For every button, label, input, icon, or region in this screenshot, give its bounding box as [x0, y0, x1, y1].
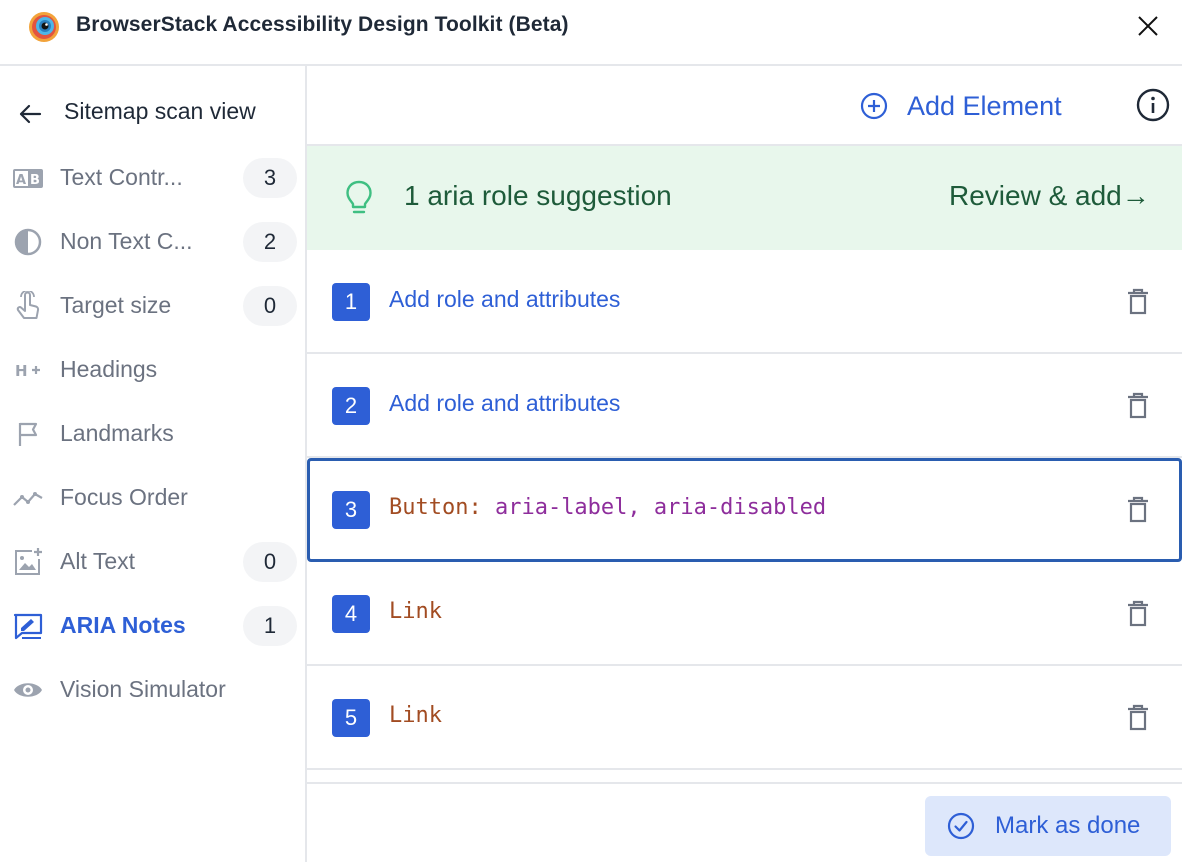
svg-text:B: B	[30, 173, 40, 188]
sidebar-item-label: ARIA Notes	[60, 612, 186, 638]
sidebar-item-label: Target size	[60, 292, 172, 318]
row-number-badge: 5	[332, 699, 370, 737]
suggestion-text: 1 aria role suggestion	[404, 180, 672, 211]
count-badge: 3	[243, 158, 297, 198]
row-number-badge: 4	[332, 595, 370, 633]
row-number-badge: 1	[332, 283, 370, 321]
back-label: Sitemap scan view	[64, 98, 256, 124]
back-to-sitemap-button[interactable]: Sitemap scan view	[0, 84, 305, 140]
sidebar-item-headings[interactable]: H Headings	[0, 342, 305, 398]
mark-as-done-label: Mark as done	[995, 812, 1141, 839]
aria-note-row[interactable]: 1 Add role and attributes	[307, 250, 1182, 354]
sidebar-item-focus-order[interactable]: Focus Order	[0, 470, 305, 526]
text-contrast-icon: A B	[13, 169, 43, 188]
sidebar-item-label: Headings	[60, 356, 158, 382]
sidebar-item-label: Non Text C...	[60, 228, 193, 254]
sidebar-item-label: Vision Simulator	[60, 676, 226, 702]
flag-icon	[18, 422, 38, 446]
aria-role-text: Link	[389, 599, 442, 624]
sidebar-item-label: Focus Order	[60, 484, 188, 510]
panel-toolbar: Add Element	[307, 66, 1182, 146]
aria-note-icon	[13, 613, 43, 640]
sidebar-item-vision-simulator[interactable]: Vision Simulator	[0, 662, 305, 718]
heading-icon: H	[15, 362, 40, 380]
count-badge: 2	[243, 222, 297, 262]
count-badge: 0	[243, 286, 297, 326]
aria-role-code: Link	[389, 703, 442, 728]
aria-role-code: Button: aria-label, aria-disabled	[389, 495, 826, 520]
sidebar-item-label: Landmarks	[60, 420, 174, 446]
aria-attributes-text: aria-label, aria-disabled	[481, 495, 827, 520]
lightbulb-icon	[346, 180, 372, 214]
trash-icon[interactable]	[1125, 494, 1151, 524]
sidebar: Sitemap scan view A B Text Contr... 3 No…	[0, 66, 307, 862]
aria-role-text: Button:	[389, 495, 482, 520]
aria-role-code: Link	[389, 599, 442, 624]
plus-circle-icon	[860, 92, 888, 120]
svg-text:H: H	[15, 362, 28, 380]
arrow-left-icon	[19, 104, 42, 124]
trash-icon[interactable]	[1125, 702, 1151, 732]
sidebar-item-aria-notes[interactable]: ARIA Notes 1	[0, 598, 305, 654]
sidebar-item-alt-text[interactable]: Alt Text 0	[0, 534, 305, 590]
eye-icon	[14, 683, 42, 697]
row-number-badge: 2	[332, 387, 370, 425]
add-role-link[interactable]: Add role and attributes	[389, 286, 620, 313]
sidebar-item-label: Text Contr...	[60, 164, 183, 190]
trash-icon[interactable]	[1125, 598, 1151, 628]
sidebar-item-non-text-contrast[interactable]: Non Text C... 2	[0, 214, 305, 270]
mark-as-done-button[interactable]: Mark as done	[925, 796, 1171, 856]
count-badge: 1	[243, 606, 297, 646]
aria-suggestion-banner: 1 aria role suggestion Review & add→	[307, 146, 1182, 250]
browserstack-logo-icon	[29, 12, 59, 42]
check-circle-icon	[947, 812, 975, 840]
review-and-add-link[interactable]: Review & add→	[949, 180, 1150, 212]
sidebar-item-text-contrast[interactable]: A B Text Contr... 3	[0, 150, 305, 206]
close-icon[interactable]	[1132, 10, 1164, 42]
trend-line-icon	[13, 492, 43, 506]
sidebar-item-label: Alt Text	[60, 548, 135, 574]
pointer-hand-icon	[16, 291, 40, 319]
panel-footer: Mark as done	[307, 782, 1182, 862]
row-number-badge: 3	[332, 491, 370, 529]
window-title: BrowserStack Accessibility Design Toolki…	[76, 13, 569, 36]
add-element-label: Add Element	[907, 90, 1062, 121]
image-add-icon	[15, 548, 42, 575]
info-icon[interactable]	[1136, 88, 1170, 122]
svg-text:A: A	[16, 173, 26, 188]
aria-notes-panel: Add Element 1 aria role suggestion Revie…	[307, 66, 1182, 862]
title-bar: BrowserStack Accessibility Design Toolki…	[0, 0, 1182, 66]
sidebar-item-landmarks[interactable]: Landmarks	[0, 406, 305, 462]
add-role-link[interactable]: Add role and attributes	[389, 390, 620, 417]
aria-note-row-selected[interactable]: 3 Button: aria-label, aria-disabled	[307, 458, 1182, 562]
aria-note-row[interactable]: 5 Link	[307, 666, 1182, 770]
trash-icon[interactable]	[1125, 286, 1151, 316]
aria-note-row[interactable]: 2 Add role and attributes	[307, 354, 1182, 458]
add-element-button[interactable]: Add Element	[859, 86, 1062, 126]
count-badge: 0	[243, 542, 297, 582]
aria-role-text: Link	[389, 703, 442, 728]
half-circle-icon	[14, 228, 42, 256]
trash-icon[interactable]	[1125, 390, 1151, 420]
aria-note-row[interactable]: 4 Link	[307, 562, 1182, 666]
sidebar-item-target-size[interactable]: Target size 0	[0, 278, 305, 334]
